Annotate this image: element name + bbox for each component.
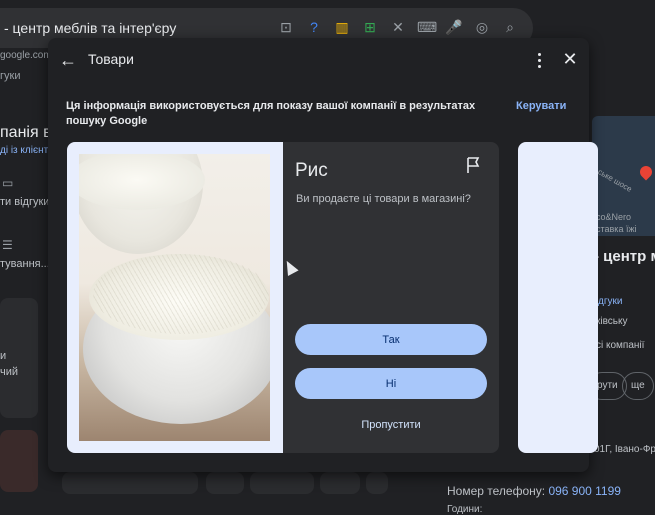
bg-thumb	[0, 430, 38, 492]
map-label: co&Nero	[596, 212, 632, 222]
keyboard-icon[interactable]: ⌨	[417, 18, 437, 36]
product-question: Ви продаєте ці товари в магазині?	[296, 193, 471, 205]
list-icon: ☰	[2, 238, 13, 252]
left-misc: и	[0, 350, 7, 362]
map-label: ське шосе	[596, 167, 634, 194]
product-card: Рис Ви продаєте ці товари в магазині? Та…	[67, 142, 499, 453]
search-tools: ⊡ ? ▥ ⊞ ✕ ⌨ 🎤 ◎ ⌕	[277, 18, 519, 36]
manage-link[interactable]: Керувати	[516, 100, 566, 112]
phone-label: Номер телефону:	[447, 484, 546, 498]
no-button[interactable]: Ні	[295, 368, 487, 399]
map-label: ставка їжі	[596, 224, 637, 234]
left-item-reviews[interactable]: ти відгуки	[0, 196, 49, 208]
search-icon[interactable]: ⌕	[501, 18, 519, 36]
product-title: Рис	[295, 160, 328, 181]
product-image-frame	[67, 142, 283, 453]
more-pill[interactable]: ще	[622, 372, 654, 400]
result-url: google.com	[0, 50, 52, 61]
dialog-title: Товари	[88, 51, 134, 67]
right-line: ківську	[596, 316, 628, 327]
add-icon[interactable]: ⊞	[361, 18, 379, 36]
phone-row: Номер телефону: 096 900 1199	[447, 484, 621, 498]
colored-icon[interactable]: ▥	[333, 18, 351, 36]
right-title: - центр м	[594, 248, 655, 265]
bg-thumb	[320, 472, 360, 494]
info-text: Ця інформація використовується для показ…	[66, 100, 476, 127]
bg-thumb	[206, 472, 244, 494]
rice-texture	[93, 254, 269, 334]
back-arrow-icon[interactable]: ←	[58, 50, 78, 70]
bg-thumb	[366, 472, 388, 494]
clear-icon[interactable]: ✕	[389, 18, 407, 36]
more-options-icon[interactable]	[532, 50, 546, 70]
lens-icon[interactable]: ◎	[473, 18, 491, 36]
review-icon: ▭	[2, 176, 14, 190]
skip-button[interactable]: Пропустити	[295, 419, 487, 431]
company-sub[interactable]: ді із клієнт	[0, 145, 48, 156]
help-icon[interactable]: ?	[305, 18, 323, 36]
right-link[interactable]: дгуки	[598, 296, 622, 307]
right-line: сі компанії	[596, 340, 645, 351]
yes-button[interactable]: Так	[295, 324, 487, 355]
translate-icon[interactable]: ⊡	[277, 18, 295, 36]
phone-value[interactable]: 096 900 1199	[548, 484, 621, 498]
map[interactable]: ське шосе co&Nero ставка їжі	[592, 116, 655, 236]
close-icon[interactable]: ✕	[560, 49, 580, 69]
company-heading: панія в	[0, 124, 52, 141]
mic-icon[interactable]: 🎤	[445, 18, 463, 36]
bg-thumb	[250, 472, 314, 494]
next-product-card[interactable]	[518, 142, 598, 453]
map-pin-icon	[637, 163, 655, 181]
hours-label: Години:	[447, 504, 483, 515]
rice-photo	[79, 154, 270, 441]
products-dialog: ← Товари ✕ Ця інформація використовуєтьс…	[48, 38, 598, 472]
nav-chip[interactable]: гуки	[0, 70, 20, 82]
left-misc: чий	[0, 366, 19, 378]
flag-icon[interactable]	[465, 156, 481, 174]
bg-thumb	[62, 472, 198, 494]
address: 01Г, Івано-Фр	[594, 444, 655, 455]
search-query[interactable]: - центр меблів та інтер'єру	[4, 20, 176, 36]
left-item-list[interactable]: тування...	[0, 258, 50, 270]
